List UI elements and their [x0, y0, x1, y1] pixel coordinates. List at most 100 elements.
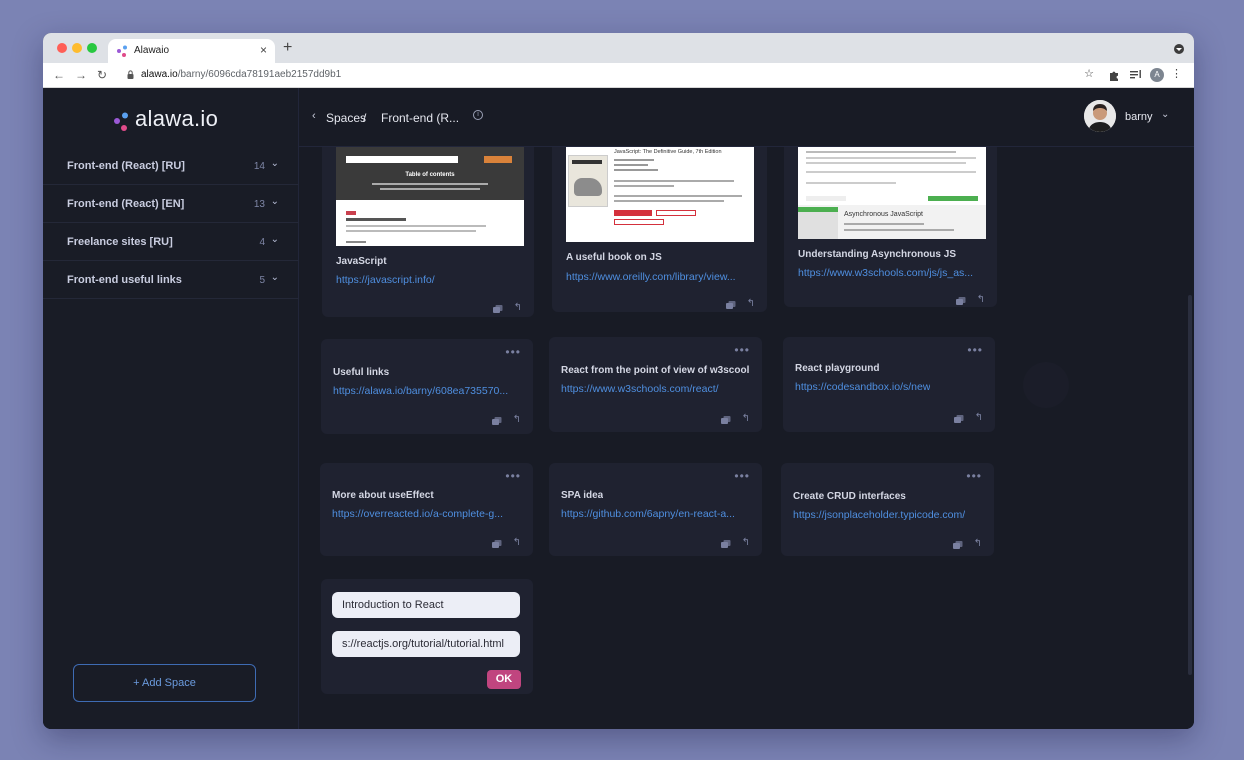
- chevron-down-icon[interactable]: ⌄: [271, 196, 279, 207]
- top-bar: ‹ Spaces / Front-end (R... i barny ⌄: [299, 88, 1194, 147]
- sidebar-item-count: 5: [259, 275, 265, 286]
- more-options-icon[interactable]: •••: [966, 469, 982, 483]
- tab-title: Alawaio: [134, 45, 170, 56]
- reply-icon[interactable]: ↰: [975, 412, 983, 423]
- link-card[interactable]: Table of contents JavaScript https://jav…: [322, 147, 534, 317]
- extensions-puzzle-icon[interactable]: [1108, 69, 1120, 81]
- tab-bar: Alawaio × +: [43, 33, 1194, 63]
- copy-icon[interactable]: [492, 417, 502, 425]
- card-link[interactable]: https://codesandbox.io/s/new: [795, 381, 930, 393]
- card-link[interactable]: https://overreacted.io/a-complete-g...: [332, 508, 503, 520]
- tab-close-icon[interactable]: ×: [260, 43, 267, 57]
- copy-icon[interactable]: [492, 540, 502, 548]
- reading-list-icon[interactable]: [1130, 69, 1142, 81]
- reply-icon[interactable]: ↰: [747, 298, 755, 309]
- card-title: Understanding Asynchronous JS: [798, 249, 956, 260]
- card-thumbnail: JavaScript: The Definitive Guide, 7th Ed…: [566, 147, 754, 242]
- reload-icon[interactable]: ↻: [97, 68, 107, 82]
- back-chevron-icon[interactable]: ‹: [312, 110, 316, 122]
- sidebar-item-react-en[interactable]: Front-end (React) [EN] 13 ⌄: [43, 185, 299, 223]
- url-path: /barny/6096cda78191aeb2157dd9b1: [177, 69, 342, 80]
- more-options-icon[interactable]: •••: [505, 345, 521, 359]
- card-title: More about useEffect: [332, 490, 434, 501]
- more-options-icon[interactable]: •••: [505, 469, 521, 483]
- card-title: SPA idea: [561, 490, 604, 501]
- link-title-input[interactable]: [332, 592, 520, 618]
- avatar[interactable]: [1084, 100, 1116, 132]
- scrollbar[interactable]: [1188, 295, 1192, 675]
- chevron-down-icon[interactable]: ⌄: [1161, 109, 1169, 120]
- browser-menu-icon[interactable]: ⋮: [1171, 67, 1182, 80]
- card-title: Create CRUD interfaces: [793, 491, 906, 502]
- sidebar: alawa.io Front-end (React) [RU] 14 ⌄ Fro…: [43, 88, 299, 729]
- new-tab-button[interactable]: +: [283, 39, 292, 57]
- card-link[interactable]: https://www.w3schools.com/js/js_as...: [798, 267, 973, 279]
- link-card[interactable]: JavaScript: The Definitive Guide, 7th Ed…: [552, 147, 767, 312]
- tab-search-icon[interactable]: [1174, 44, 1184, 54]
- chevron-down-icon[interactable]: ⌄: [271, 272, 279, 283]
- reply-icon[interactable]: ↰: [742, 413, 750, 424]
- url-host: alawa.io: [141, 69, 178, 80]
- link-card[interactable]: Asynchronous JavaScript Understanding As…: [784, 147, 997, 307]
- url-field[interactable]: alawa.io/barny/6096cda78191aeb2157dd9b1: [141, 69, 341, 80]
- info-icon[interactable]: i: [473, 110, 483, 120]
- sidebar-item-count: 13: [253, 199, 265, 210]
- more-options-icon[interactable]: •••: [967, 343, 983, 357]
- link-card[interactable]: ••• React playground https://codesandbox…: [783, 337, 995, 432]
- alawa-logo-icon: [114, 112, 128, 131]
- card-link[interactable]: https://www.oreilly.com/library/view...: [566, 271, 736, 283]
- copy-icon[interactable]: [721, 540, 731, 548]
- thumbnail-heading: Asynchronous JavaScript: [844, 211, 923, 218]
- reply-icon[interactable]: ↰: [977, 294, 985, 305]
- decorative-circle: [1023, 362, 1069, 408]
- card-link[interactable]: https://javascript.info/: [336, 274, 435, 286]
- card-link[interactable]: https://github.com/6apny/en-react-a...: [561, 508, 735, 520]
- cards-area: Table of contents JavaScript https://jav…: [299, 147, 1194, 729]
- copy-icon[interactable]: [953, 541, 963, 549]
- thumbnail-heading: Table of contents: [405, 172, 455, 178]
- copy-icon[interactable]: [954, 415, 964, 423]
- link-url-input[interactable]: [332, 631, 520, 657]
- ok-button[interactable]: OK: [487, 670, 521, 689]
- sidebar-item-useful-links[interactable]: Front-end useful links 5 ⌄: [43, 261, 299, 299]
- card-title: React from the point of view of w3scool: [561, 365, 750, 376]
- sidebar-item-react-ru[interactable]: Front-end (React) [RU] 14 ⌄: [43, 147, 299, 185]
- copy-icon[interactable]: [493, 305, 503, 313]
- sidebar-item-count: 4: [259, 237, 265, 248]
- reply-icon[interactable]: ↰: [513, 537, 521, 548]
- reply-icon[interactable]: ↰: [974, 538, 982, 549]
- chevron-down-icon[interactable]: ⌄: [271, 158, 279, 169]
- more-options-icon[interactable]: •••: [734, 343, 750, 357]
- link-card[interactable]: ••• Useful links https://alawa.io/barny/…: [321, 339, 533, 434]
- sidebar-item-label: Front-end useful links: [67, 274, 182, 286]
- close-window-button[interactable]: [57, 43, 67, 53]
- user-name[interactable]: barny: [1125, 111, 1153, 123]
- reply-icon[interactable]: ↰: [514, 302, 522, 313]
- link-card[interactable]: ••• SPA idea https://github.com/6apny/en…: [549, 463, 762, 556]
- back-arrow-icon[interactable]: ←: [53, 68, 65, 82]
- reply-icon[interactable]: ↰: [513, 414, 521, 425]
- card-link[interactable]: https://alawa.io/barny/608ea735570...: [333, 385, 508, 397]
- maximize-window-button[interactable]: [87, 43, 97, 53]
- copy-icon[interactable]: [726, 301, 736, 309]
- reply-icon[interactable]: ↰: [742, 537, 750, 548]
- copy-icon[interactable]: [721, 416, 731, 424]
- breadcrumb-spaces[interactable]: Spaces: [326, 111, 366, 125]
- more-options-icon[interactable]: •••: [734, 469, 750, 483]
- sidebar-item-freelance[interactable]: Freelance sites [RU] 4 ⌄: [43, 223, 299, 261]
- link-card[interactable]: ••• More about useEffect https://overrea…: [320, 463, 533, 556]
- profile-avatar[interactable]: A: [1150, 68, 1164, 82]
- link-card[interactable]: ••• Create CRUD interfaces https://jsonp…: [781, 463, 994, 556]
- card-title: React playground: [795, 363, 880, 374]
- minimize-window-button[interactable]: [72, 43, 82, 53]
- card-title: Useful links: [333, 367, 390, 378]
- bookmark-star-icon[interactable]: ☆: [1084, 67, 1094, 80]
- link-card[interactable]: ••• React from the point of view of w3sc…: [549, 337, 762, 432]
- chevron-down-icon[interactable]: ⌄: [271, 234, 279, 245]
- card-link[interactable]: https://www.w3schools.com/react/: [561, 383, 719, 395]
- copy-icon[interactable]: [956, 297, 966, 305]
- forward-arrow-icon[interactable]: →: [75, 68, 87, 82]
- add-space-button[interactable]: + Add Space: [73, 664, 256, 702]
- browser-tab[interactable]: Alawaio ×: [108, 39, 275, 63]
- card-link[interactable]: https://jsonplaceholder.typicode.com/: [793, 509, 965, 521]
